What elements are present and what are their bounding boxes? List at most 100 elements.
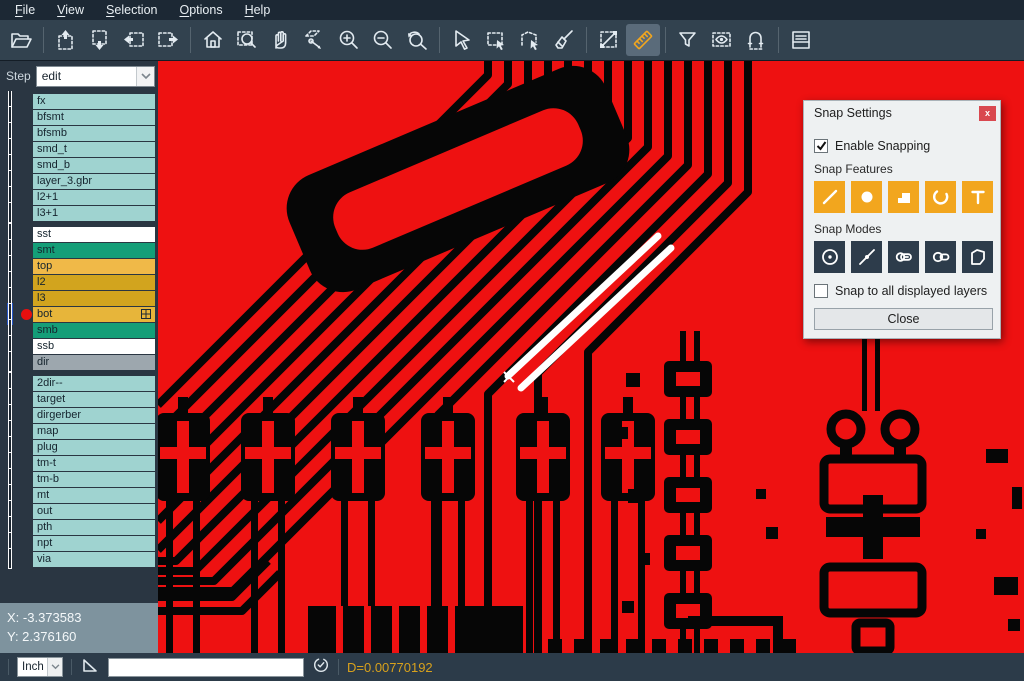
menu-view[interactable]: View [46, 0, 95, 20]
layer-label[interactable]: pth [33, 520, 155, 535]
angle-corner-icon[interactable] [80, 655, 100, 680]
step-row: Step edit [0, 61, 158, 91]
layer-label[interactable]: l3 [33, 291, 155, 306]
layer-group-misc: 2dir-- target [0, 375, 158, 567]
zoom-in-button[interactable] [332, 24, 366, 56]
toolbar-separator [586, 27, 587, 53]
slot-filled-snap-icon [894, 247, 914, 267]
layer-label[interactable]: target [33, 392, 155, 407]
layer-label[interactable]: 2dir-- [33, 376, 155, 391]
layer-label[interactable]: via [33, 552, 155, 567]
layer-label[interactable]: mt [33, 488, 155, 503]
layer-visibility-checkbox[interactable] [9, 352, 11, 371]
snap-magnet-button[interactable] [739, 24, 773, 56]
pcb-canvas-viewport[interactable]: Snap Settings x Enable Snapping Snap Fea… [158, 61, 1024, 653]
zoom-window-button[interactable] [230, 24, 264, 56]
layer-label[interactable]: smd_t [33, 142, 155, 157]
step-select-value: edit [37, 69, 136, 83]
step-select[interactable]: edit [36, 66, 155, 87]
layer-label[interactable]: fx [33, 94, 155, 109]
enable-snapping-checkbox[interactable] [814, 139, 828, 153]
select-polygon-button[interactable] [513, 24, 547, 56]
snap-text-button[interactable] [962, 181, 993, 213]
zoom-out-icon [371, 28, 395, 52]
dialog-close-button[interactable]: Close [814, 308, 993, 330]
layer-row: smt [0, 242, 158, 258]
layer-visibility-checkbox[interactable] [9, 203, 11, 222]
snap-contour-button[interactable] [962, 241, 993, 273]
filter-button[interactable] [671, 24, 705, 56]
pan-hand-button[interactable] [264, 24, 298, 56]
layer-label[interactable]: plug [33, 440, 155, 455]
layer-row: l2 [0, 274, 158, 290]
layer-label[interactable]: layer_3.gbr [33, 174, 155, 189]
layer-label[interactable]: l2 [33, 275, 155, 290]
zoom-dynamic-button[interactable] [298, 24, 332, 56]
home-icon [201, 28, 225, 52]
layer-row: tm-t [0, 455, 158, 471]
snap-pad-button[interactable] [851, 181, 882, 213]
snap-midpoint-button[interactable] [851, 241, 882, 273]
grid-icon[interactable] [141, 309, 151, 319]
layer-label[interactable]: smb [33, 323, 155, 338]
pan-down-button[interactable] [83, 24, 117, 56]
layer-label[interactable]: npt [33, 536, 155, 551]
open-button[interactable] [4, 24, 38, 56]
statusbar-separator [8, 659, 9, 675]
layer-label[interactable]: dirgerber [33, 408, 155, 423]
menu-file[interactable]: File [4, 0, 46, 20]
select-cursor-button[interactable] [445, 24, 479, 56]
zoom-previous-button[interactable] [400, 24, 434, 56]
snap-all-layers-checkbox[interactable] [814, 284, 828, 298]
layer-visibility-checkbox[interactable] [9, 549, 11, 568]
layer-label[interactable]: smd_b [33, 158, 155, 173]
menu-help[interactable]: Help [234, 0, 282, 20]
snap-slot-filled-button[interactable] [888, 241, 919, 273]
dialog-title-bar[interactable]: Snap Settings x [804, 101, 1000, 125]
form-list-icon [789, 28, 813, 52]
menu-selection[interactable]: Selection [95, 0, 168, 20]
layer-label[interactable]: dir [33, 355, 155, 370]
coordinate-readout: X: -3.373583 Y: 2.376160 [0, 603, 158, 653]
layer-label[interactable]: map [33, 424, 155, 439]
clear-brush-button[interactable] [547, 24, 581, 56]
layer-label[interactable]: smt [33, 243, 155, 258]
enable-snapping-label: Enable Snapping [835, 139, 930, 153]
command-input[interactable] [108, 658, 304, 677]
pan-right-button[interactable] [151, 24, 185, 56]
layer-row: target [0, 391, 158, 407]
layer-label[interactable]: top [33, 259, 155, 274]
layer-label[interactable]: bfsmt [33, 110, 155, 125]
chevron-down-icon[interactable] [136, 67, 154, 86]
layer-label[interactable]: ssb [33, 339, 155, 354]
snap-line-button[interactable] [814, 181, 845, 213]
layer-label[interactable]: tm-b [33, 472, 155, 487]
snap-arc-button[interactable] [925, 181, 956, 213]
layer-group-board: sst smt [0, 226, 158, 370]
home-view-button[interactable] [196, 24, 230, 56]
view-options-button[interactable] [705, 24, 739, 56]
pad-icon [857, 187, 877, 207]
layer-form-button[interactable] [784, 24, 818, 56]
layer-label[interactable]: sst [33, 227, 155, 242]
zoom-out-button[interactable] [366, 24, 400, 56]
layer-label[interactable]: tm-t [33, 456, 155, 471]
snap-surface-button[interactable] [888, 181, 919, 213]
close-icon[interactable]: x [979, 106, 996, 121]
units-select[interactable]: Inch [17, 657, 63, 677]
layer-label[interactable]: l3+1 [33, 206, 155, 221]
layer-label[interactable]: bot [33, 307, 155, 322]
snap-slot-button[interactable] [925, 241, 956, 273]
select-rectangle-button[interactable] [479, 24, 513, 56]
layer-label[interactable]: bfsmb [33, 126, 155, 141]
pan-left-button[interactable] [117, 24, 151, 56]
pan-up-button[interactable] [49, 24, 83, 56]
chevron-down-icon[interactable] [47, 658, 62, 676]
layer-label[interactable]: out [33, 504, 155, 519]
menu-options[interactable]: Options [168, 0, 233, 20]
layer-label[interactable]: l2+1 [33, 190, 155, 205]
snap-center-button[interactable] [814, 241, 845, 273]
sync-check-icon[interactable] [312, 656, 330, 679]
ruler-measure-button[interactable] [626, 24, 660, 56]
measure-line-button[interactable] [592, 24, 626, 56]
